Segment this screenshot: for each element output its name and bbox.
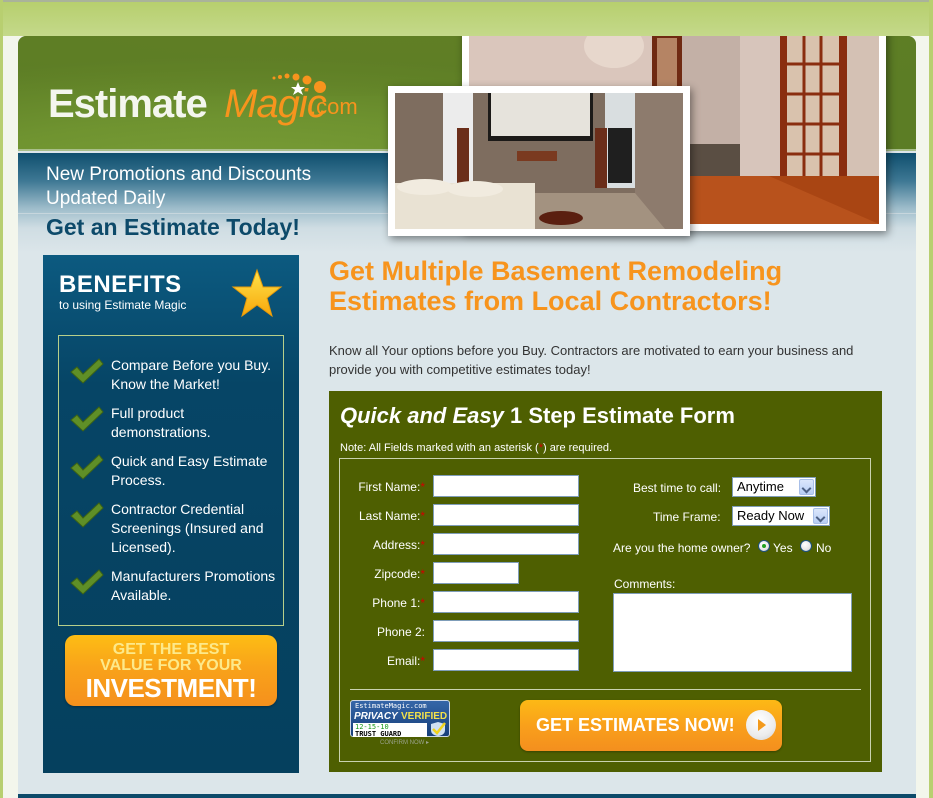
left-margin bbox=[3, 36, 18, 798]
play-arrow-icon bbox=[746, 710, 776, 740]
benefits-list: Compare Before you Buy. Know the Market!… bbox=[58, 335, 284, 626]
owner-no-radio[interactable] bbox=[800, 540, 812, 552]
benefit-item: Quick and Easy Estimate Process. bbox=[69, 452, 279, 500]
cta-line-1: GET THE BEST bbox=[112, 641, 230, 658]
benefit-item: Compare Before you Buy. Know the Market! bbox=[69, 356, 279, 404]
best-time-label: Best time to call: bbox=[633, 481, 722, 495]
trust-badge-site: EstimateMagic.com bbox=[355, 702, 427, 710]
phone1-label: Phone 1:* bbox=[372, 596, 425, 610]
benefit-text: Contractor Credential Screenings (Insure… bbox=[111, 501, 264, 555]
email-input[interactable] bbox=[433, 649, 579, 671]
owner-no-label[interactable]: No bbox=[816, 541, 831, 555]
trust-badge-guard: TRUST GUARD bbox=[355, 730, 402, 738]
time-frame-value: Ready Now bbox=[737, 508, 805, 523]
submit-label: GET ESTIMATES NOW! bbox=[536, 715, 735, 735]
checkmark-icon bbox=[70, 358, 104, 384]
checkmark-icon bbox=[70, 406, 104, 432]
cta-line-3: INVESTMENT! bbox=[85, 673, 257, 703]
address-label-row: Address:* bbox=[340, 533, 425, 557]
benefits-title: BENEFITS bbox=[59, 271, 182, 298]
benefit-item: Manufacturers Promotions Available. bbox=[69, 567, 279, 615]
form-title-italic: Quick and Easy bbox=[340, 403, 504, 428]
benefit-text: Full product demonstrations. bbox=[111, 405, 211, 440]
trust-badge-panel: EstimateMagic.com PRIVACY VERIFIED 12-15… bbox=[350, 700, 450, 738]
last-name-label: Last Name:* bbox=[358, 509, 425, 523]
zipcode-label-row: Zipcode:* bbox=[340, 562, 425, 586]
checkmark-icon bbox=[70, 454, 104, 480]
time-frame-label: Time Frame: bbox=[653, 510, 721, 524]
email-label-row: Email:* bbox=[340, 649, 425, 673]
phone2-input[interactable] bbox=[433, 620, 579, 642]
zipcode-label: Zipcode:* bbox=[374, 567, 425, 581]
form-divider bbox=[350, 689, 861, 690]
last-name-input[interactable] bbox=[433, 504, 579, 526]
promo-line-2: Updated Daily bbox=[46, 188, 166, 209]
promo-text: New Promotions and Discounts Updated Dai… bbox=[46, 163, 311, 211]
confirm-now-link[interactable]: CONFIRM NOW ▸ bbox=[380, 739, 429, 746]
benefits-subtitle: to using Estimate Magic bbox=[59, 298, 187, 312]
benefits-sidebar: BENEFITS to using Estimate Magic Compare… bbox=[43, 255, 299, 773]
comments-textarea[interactable] bbox=[613, 593, 852, 672]
right-margin bbox=[916, 36, 929, 798]
home-owner-question: Are you the home owner? bbox=[613, 541, 751, 555]
intro-text: Know all Your options before you Buy. Co… bbox=[329, 343, 854, 377]
get-estimates-button[interactable]: GET ESTIMATES NOW! bbox=[520, 700, 782, 751]
benefit-text: Compare Before you Buy. Know the Market! bbox=[111, 357, 272, 392]
star-icon bbox=[231, 268, 283, 318]
best-time-value: Anytime bbox=[737, 479, 784, 494]
basement-photo-theater bbox=[388, 86, 690, 236]
headline-line-1: Get Multiple Basement Remodeling bbox=[329, 256, 783, 286]
phone2-label-row: Phone 2: bbox=[340, 620, 425, 644]
address-label: Address:* bbox=[372, 538, 425, 552]
best-time-select[interactable]: Anytime bbox=[732, 477, 816, 497]
phone1-input[interactable] bbox=[433, 591, 579, 613]
first-name-label: First Name:* bbox=[358, 480, 425, 494]
phone1-label-row: Phone 1:* bbox=[340, 591, 425, 615]
form-title-rest: 1 Step Estimate Form bbox=[503, 403, 735, 428]
phone2-label: Phone 2: bbox=[376, 625, 425, 639]
first-name-label-row: First Name:* bbox=[340, 475, 425, 499]
theater-image bbox=[395, 93, 683, 229]
comments-label: Comments: bbox=[614, 577, 676, 591]
page-headline: Get Multiple Basement Remodeling Estimat… bbox=[329, 256, 889, 316]
first-name-input[interactable] bbox=[433, 475, 579, 497]
checkmark-icon bbox=[70, 502, 104, 528]
logo-wordmark: Estimate bbox=[48, 82, 208, 126]
note-suffix: ) are required. bbox=[542, 442, 613, 454]
right-rail bbox=[929, 0, 933, 798]
chevron-down-icon[interactable] bbox=[813, 508, 828, 524]
trust-badge-privacy: PRIVACY bbox=[354, 711, 398, 722]
trust-badge-footer: 12-15-10 TRUST GUARD bbox=[353, 723, 427, 738]
top-strip bbox=[0, 0, 933, 36]
address-input[interactable] bbox=[433, 533, 579, 555]
required-note: Note: All Fields marked with an asterisk… bbox=[340, 442, 612, 454]
zipcode-input[interactable] bbox=[433, 562, 519, 584]
cta-line-2: VALUE FOR YOUR bbox=[100, 657, 242, 674]
tagline: Get an Estimate Today! bbox=[46, 214, 300, 240]
benefit-text: Quick and Easy Estimate Process. bbox=[111, 453, 268, 488]
best-value-button[interactable]: GET THE BEST VALUE FOR YOUR INVESTMENT! bbox=[65, 635, 277, 706]
benefit-item: Contractor Credential Screenings (Insure… bbox=[69, 500, 279, 555]
headline-line-2: Estimates from Local Contractors! bbox=[329, 286, 772, 316]
page-container: Estimate Magic .com New Promotions and D… bbox=[18, 36, 916, 798]
benefit-text: Manufacturers Promotions Available. bbox=[111, 568, 276, 603]
benefit-item: Full product demonstrations. bbox=[69, 404, 279, 452]
owner-yes-radio[interactable] bbox=[758, 540, 770, 552]
time-frame-select[interactable]: Ready Now bbox=[732, 506, 830, 526]
checkmark-icon bbox=[70, 569, 104, 595]
email-label: Email:* bbox=[386, 654, 425, 668]
note-prefix: Note: All Fields marked with an asterisk… bbox=[340, 442, 539, 454]
trust-guard-badge[interactable]: EstimateMagic.com PRIVACY VERIFIED 12-15… bbox=[350, 700, 450, 748]
chevron-down-icon[interactable] bbox=[799, 479, 814, 495]
owner-yes-label[interactable]: Yes bbox=[773, 541, 793, 555]
estimate-form: Quick and Easy 1 Step Estimate Form Note… bbox=[329, 391, 882, 772]
promo-line-1: New Promotions and Discounts bbox=[46, 164, 312, 185]
shield-check-icon bbox=[431, 722, 446, 736]
last-name-label-row: Last Name:* bbox=[340, 504, 425, 528]
logo-suffix: .com bbox=[310, 94, 358, 119]
form-fields-box: First Name:* Last Name:* Address:* Zipco… bbox=[339, 458, 871, 762]
footer-divider bbox=[18, 794, 916, 798]
form-title: Quick and Easy 1 Step Estimate Form bbox=[340, 403, 735, 429]
